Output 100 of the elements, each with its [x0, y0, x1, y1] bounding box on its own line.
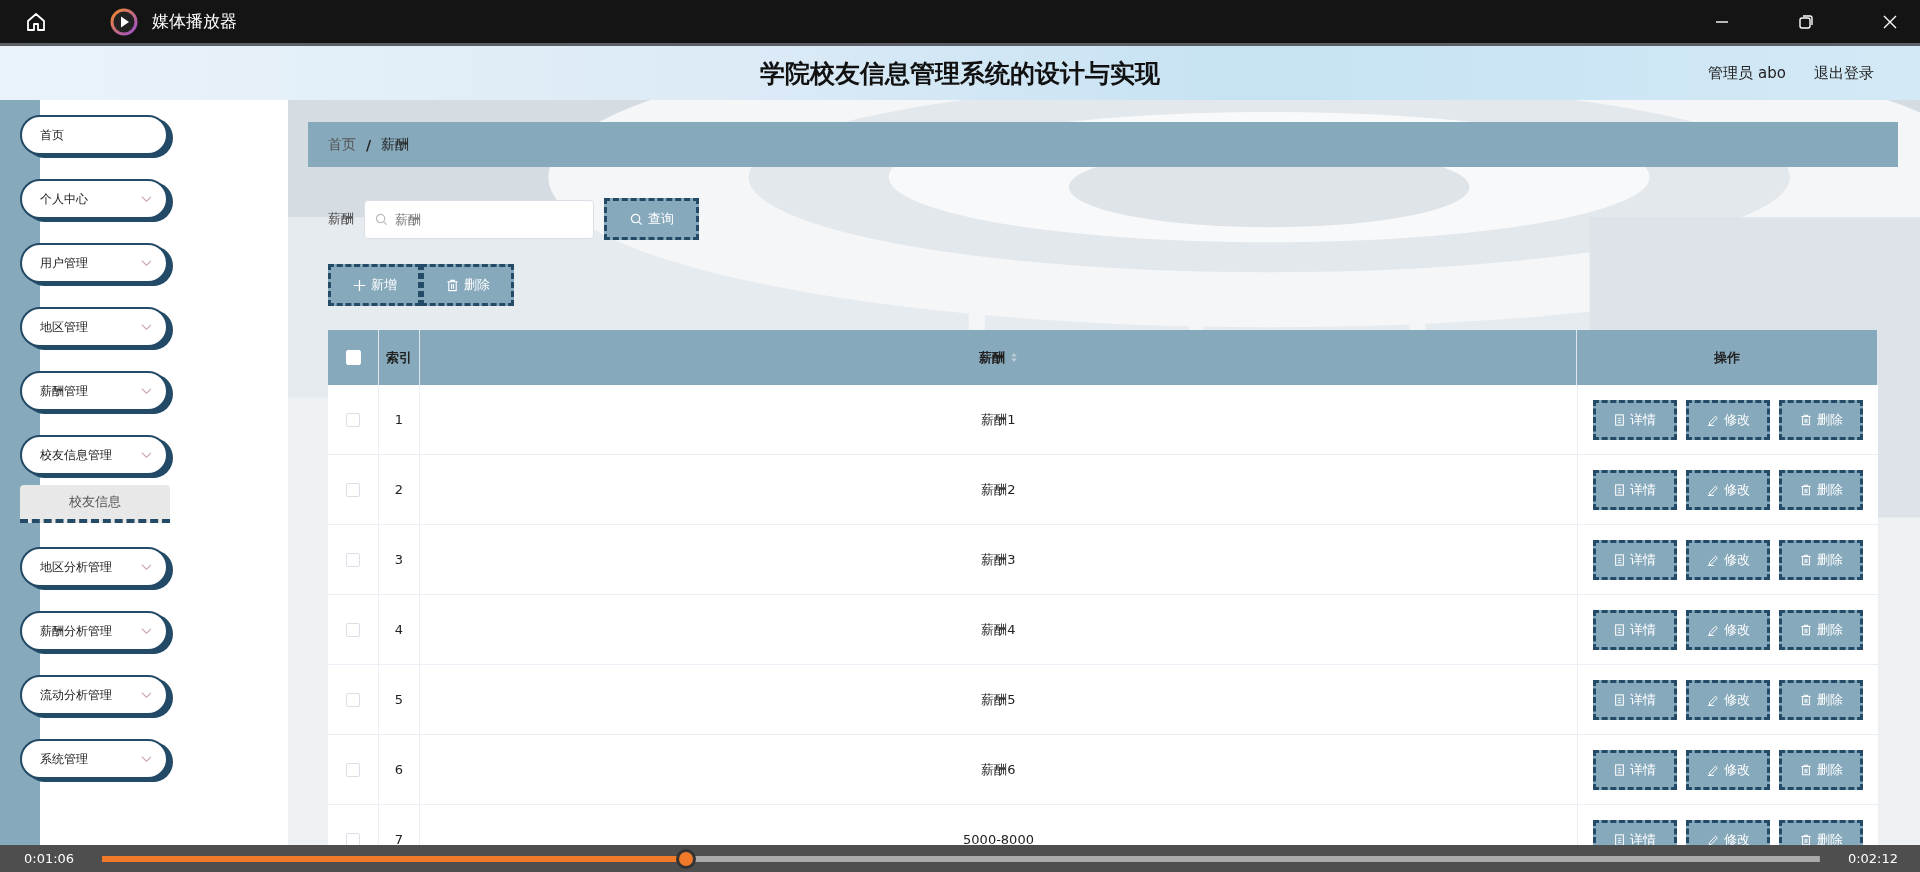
- close-icon[interactable]: [1882, 13, 1898, 30]
- pencil-icon: [1706, 483, 1719, 496]
- submenu-item[interactable]: 校友信息: [20, 485, 170, 523]
- delete-button[interactable]: 删除: [1779, 399, 1863, 440]
- detail-button[interactable]: 详情: [1593, 819, 1677, 845]
- row-checkbox[interactable]: [346, 692, 360, 707]
- document-icon: [1614, 763, 1625, 776]
- table-cell: 薪酬6: [981, 760, 1016, 779]
- search-icon: [629, 212, 643, 226]
- trash-icon: [1799, 693, 1812, 706]
- edit-button[interactable]: 修改: [1686, 819, 1770, 845]
- table-cell: 2: [394, 482, 404, 497]
- document-icon: [1614, 833, 1625, 845]
- pencil-icon: [1706, 763, 1719, 776]
- chevron-down-icon: [141, 691, 152, 699]
- table-cell: 3: [394, 552, 404, 567]
- document-icon: [1614, 483, 1625, 496]
- pencil-icon: [1706, 623, 1719, 636]
- breadcrumb-link[interactable]: 薪酬: [381, 135, 410, 154]
- add-button[interactable]: 新增: [328, 264, 421, 306]
- restore-icon[interactable]: [1798, 13, 1814, 30]
- system-title: 学院校友信息管理系统的设计与实现: [759, 57, 1162, 90]
- delete-button[interactable]: 删除: [421, 264, 514, 306]
- column-header: 操作: [1714, 348, 1740, 367]
- row-checkbox[interactable]: [346, 762, 360, 777]
- table-cell: 薪酬4: [981, 620, 1016, 639]
- search-button[interactable]: 查询: [604, 198, 699, 240]
- window-title: 媒体播放器: [152, 10, 237, 33]
- breadcrumb-separator: /: [366, 136, 372, 153]
- table-cell: 7: [394, 832, 404, 845]
- row-checkbox[interactable]: [346, 552, 360, 567]
- play-icon: [110, 7, 138, 36]
- edit-button[interactable]: 修改: [1686, 469, 1770, 510]
- pencil-icon: [1706, 833, 1719, 845]
- detail-button[interactable]: 详情: [1593, 469, 1677, 510]
- delete-button[interactable]: 删除: [1779, 749, 1863, 790]
- detail-button[interactable]: 详情: [1593, 749, 1677, 790]
- trash-icon: [445, 278, 459, 292]
- sort-icon[interactable]: [1009, 352, 1018, 363]
- table-cell: 4: [394, 622, 404, 637]
- trash-icon: [1799, 413, 1812, 426]
- duration-time: 0:02:12: [1847, 851, 1898, 866]
- document-icon: [1614, 623, 1625, 636]
- delete-button[interactable]: 删除: [1779, 469, 1863, 510]
- detail-button[interactable]: 详情: [1593, 609, 1677, 650]
- trash-icon: [1799, 763, 1812, 776]
- delete-button[interactable]: 删除: [1779, 539, 1863, 580]
- row-checkbox[interactable]: [346, 622, 360, 637]
- table-cell: 薪酬5: [981, 690, 1016, 709]
- document-icon: [1614, 553, 1625, 566]
- chevron-down-icon: [141, 323, 152, 331]
- table-cell: 薪酬2: [981, 480, 1016, 499]
- user-name: 管理员 abo: [1708, 63, 1786, 83]
- chevron-down-icon: [141, 259, 152, 267]
- edit-button[interactable]: 修改: [1686, 679, 1770, 720]
- chevron-down-icon: [141, 627, 152, 635]
- edit-button[interactable]: 修改: [1686, 749, 1770, 790]
- chevron-down-icon: [141, 755, 152, 763]
- delete-button[interactable]: 删除: [1779, 819, 1863, 845]
- chevron-down-icon: [141, 563, 152, 571]
- edit-button[interactable]: 修改: [1686, 539, 1770, 580]
- edit-button[interactable]: 修改: [1686, 399, 1770, 440]
- search-icon: [375, 212, 388, 226]
- trash-icon: [1799, 483, 1812, 496]
- select-all-checkbox[interactable]: [345, 350, 361, 365]
- table-cell: 6: [394, 762, 404, 777]
- pencil-icon: [1706, 413, 1719, 426]
- document-icon: [1614, 693, 1625, 706]
- chevron-down-icon: [141, 387, 152, 395]
- row-checkbox[interactable]: [346, 832, 360, 845]
- trash-icon: [1799, 833, 1812, 845]
- row-checkbox[interactable]: [346, 412, 360, 427]
- chevron-down-icon: [141, 451, 152, 459]
- search-field[interactable]: 薪酬: [364, 199, 594, 239]
- breadcrumb-link[interactable]: 首页: [328, 135, 356, 154]
- table-cell: 5000-8000: [963, 832, 1034, 845]
- table-cell: 5: [394, 692, 404, 707]
- chevron-down-icon: [141, 195, 152, 203]
- table-cell: 1: [394, 412, 404, 427]
- detail-button[interactable]: 详情: [1593, 539, 1677, 580]
- row-checkbox[interactable]: [346, 482, 360, 497]
- column-header: 索引: [386, 348, 412, 367]
- edit-button[interactable]: 修改: [1686, 609, 1770, 650]
- table-cell: 薪酬3: [981, 550, 1016, 569]
- document-icon: [1614, 413, 1625, 426]
- delete-button[interactable]: 删除: [1779, 679, 1863, 720]
- seek-thumb[interactable]: [676, 848, 697, 869]
- search-label: 薪酬: [328, 210, 354, 228]
- detail-button[interactable]: 详情: [1593, 399, 1677, 440]
- plus-icon: [352, 278, 366, 292]
- trash-icon: [1799, 623, 1812, 636]
- delete-button[interactable]: 删除: [1779, 609, 1863, 650]
- detail-button[interactable]: 详情: [1593, 679, 1677, 720]
- pencil-icon: [1706, 553, 1719, 566]
- trash-icon: [1799, 553, 1812, 566]
- pencil-icon: [1706, 693, 1719, 706]
- elapsed-time: 0:01:06: [24, 851, 75, 866]
- logout-link[interactable]: 退出登录: [1814, 63, 1874, 83]
- table-cell: 薪酬1: [981, 410, 1016, 429]
- column-header: 薪酬: [978, 348, 1005, 367]
